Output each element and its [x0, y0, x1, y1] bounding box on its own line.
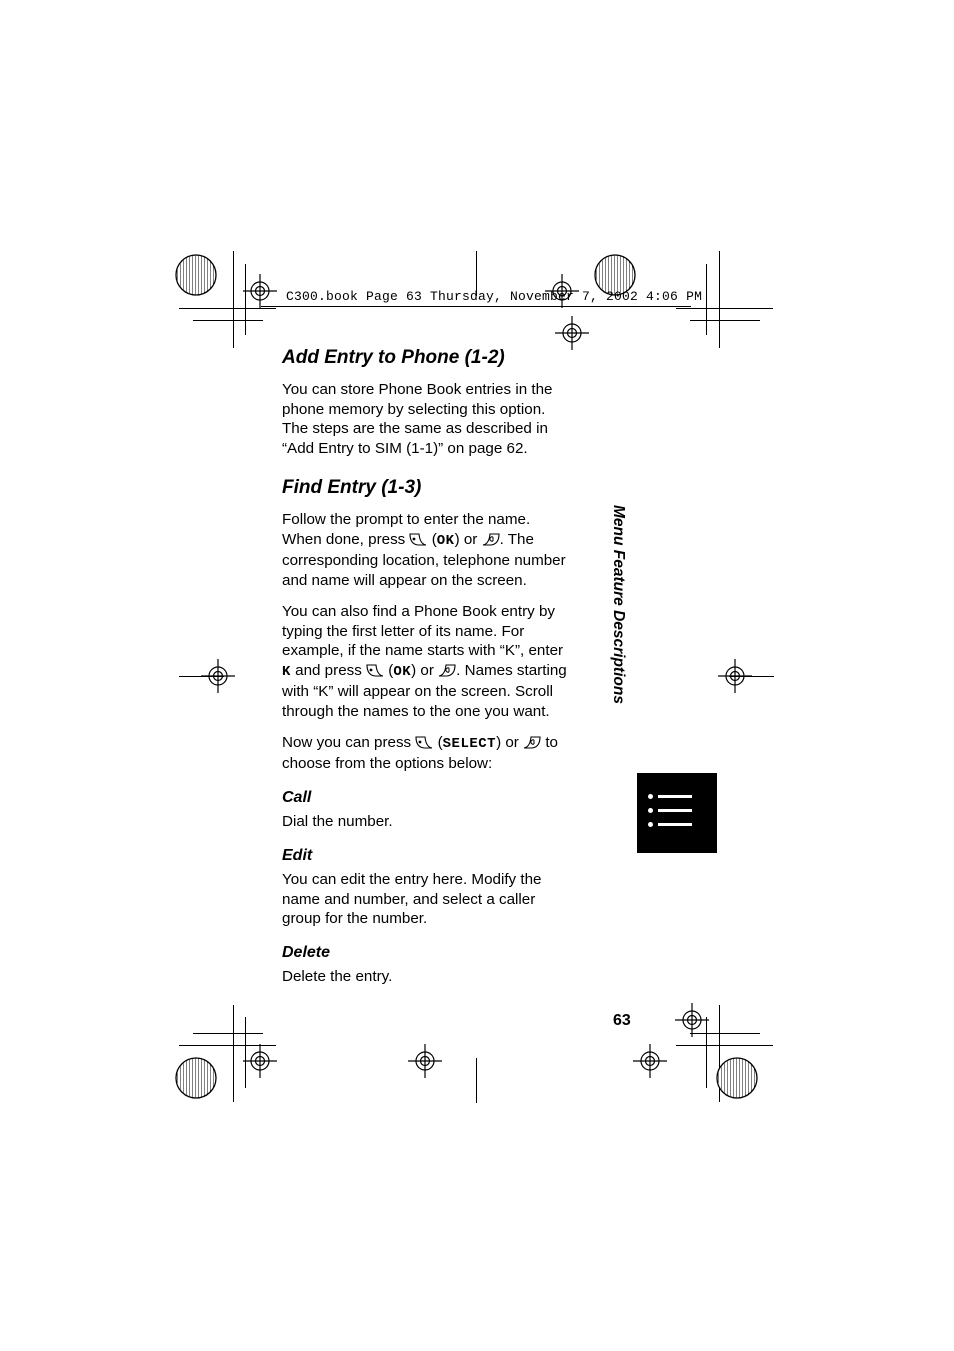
side-label-text: Menu Feature Descriptions — [609, 505, 627, 704]
text: and press — [291, 662, 366, 679]
paragraph: You can edit the entry here. Modify the … — [282, 870, 572, 928]
paragraph: Delete the entry. — [282, 967, 572, 986]
page-number: 63 — [613, 1012, 631, 1030]
left-softkey-icon — [366, 663, 384, 682]
registration-mark-icon — [633, 1044, 667, 1078]
corner-shaded-circle-icon — [715, 1056, 759, 1100]
page-content: Add Entry to Phone (1-2) You can store P… — [282, 346, 572, 999]
text: ) or — [496, 734, 523, 751]
left-softkey-icon — [409, 532, 427, 551]
list-icon — [648, 790, 698, 834]
text: ( — [433, 734, 442, 751]
text: You can also find a Phone Book entry by … — [282, 603, 563, 659]
left-softkey-icon — [415, 735, 433, 754]
softkey-label: OK — [437, 533, 455, 549]
heading-delete: Delete — [282, 943, 572, 963]
paragraph: You can also find a Phone Book entry by … — [282, 602, 572, 721]
section-side-label: Menu Feature Descriptions — [611, 505, 633, 765]
key-letter: K — [282, 664, 291, 680]
heading-edit: Edit — [282, 846, 572, 866]
registration-mark-icon — [408, 1044, 442, 1078]
text: ( — [427, 531, 436, 548]
corner-shaded-circle-icon — [174, 1056, 218, 1100]
heading-add-entry: Add Entry to Phone (1-2) — [282, 346, 572, 370]
registration-mark-icon — [675, 1003, 709, 1037]
print-header-line: C300.book Page 63 Thursday, November 7, … — [286, 289, 702, 304]
paragraph: Follow the prompt to enter the name. Whe… — [282, 510, 572, 590]
registration-mark-icon — [243, 1044, 277, 1078]
registration-mark-icon — [555, 316, 589, 350]
heading-find-entry: Find Entry (1-3) — [282, 476, 572, 500]
corner-shaded-circle-icon — [174, 253, 218, 297]
send-key-icon — [438, 663, 456, 682]
text: Now you can press — [282, 734, 415, 751]
text: ) or — [411, 662, 438, 679]
paragraph: You can store Phone Book entries in the … — [282, 380, 572, 458]
registration-mark-icon — [201, 659, 235, 693]
text: ) or — [455, 531, 482, 548]
paragraph: Dial the number. — [282, 812, 572, 831]
paragraph: Now you can press (SELECT) or to choose … — [282, 733, 572, 774]
registration-mark-icon — [718, 659, 752, 693]
heading-call: Call — [282, 788, 572, 808]
softkey-label: OK — [393, 664, 411, 680]
registration-mark-icon — [243, 274, 277, 308]
softkey-label: SELECT — [443, 736, 496, 752]
send-key-icon — [523, 735, 541, 754]
text: ( — [384, 662, 393, 679]
send-key-icon — [482, 532, 500, 551]
